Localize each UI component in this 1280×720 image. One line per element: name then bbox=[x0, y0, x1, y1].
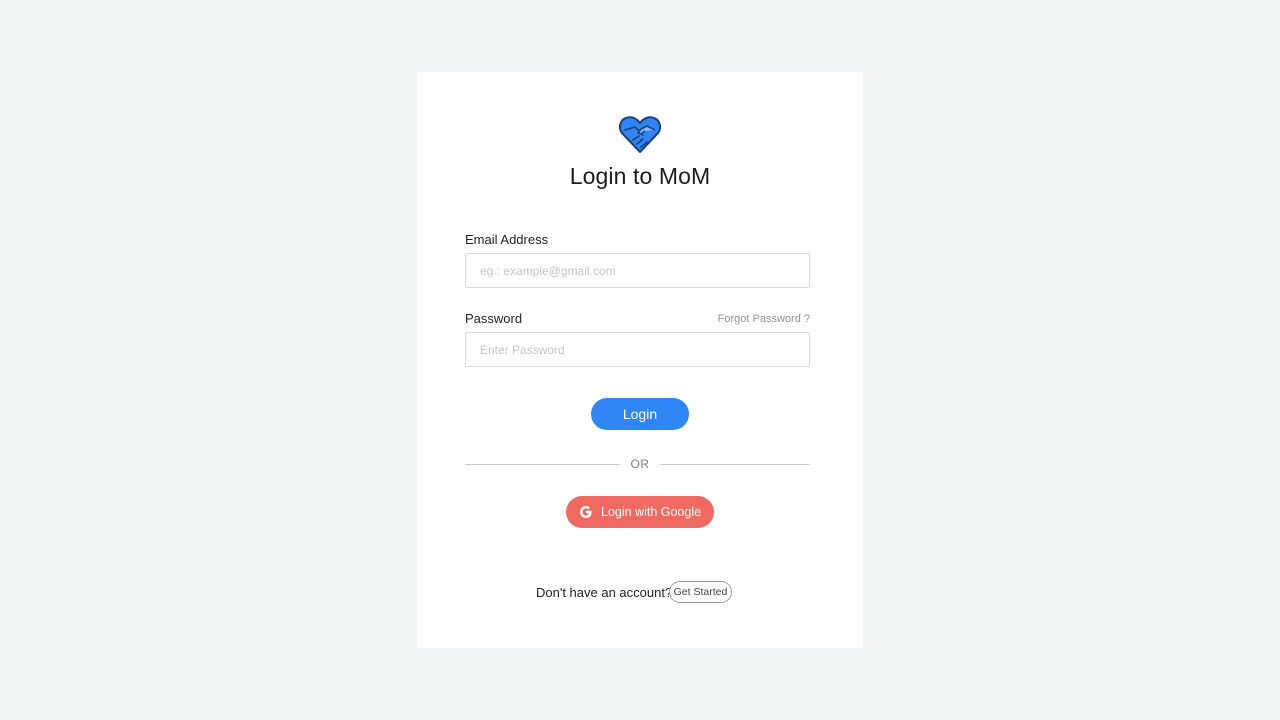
login-button[interactable]: Login bbox=[591, 398, 689, 430]
page-title: Login to MoM bbox=[569, 163, 711, 189]
google-g-icon bbox=[580, 506, 592, 518]
login-with-google-label: Login with Google bbox=[601, 505, 702, 519]
password-field[interactable] bbox=[465, 332, 810, 367]
login-with-google-button[interactable]: Login with Google bbox=[566, 496, 714, 528]
email-field[interactable] bbox=[465, 253, 810, 288]
login-card: Login to MoM Email Address Password Forg… bbox=[417, 72, 863, 648]
divider-right bbox=[660, 464, 810, 465]
heart-handshake-icon bbox=[619, 116, 661, 153]
email-label: Email Address bbox=[465, 232, 549, 247]
signup-prompt: Don't have an account? bbox=[536, 585, 673, 600]
forgot-password-link[interactable]: Forgot Password ? bbox=[718, 313, 810, 325]
password-label: Password bbox=[465, 311, 523, 326]
get-started-button[interactable]: Get Started bbox=[669, 581, 732, 603]
